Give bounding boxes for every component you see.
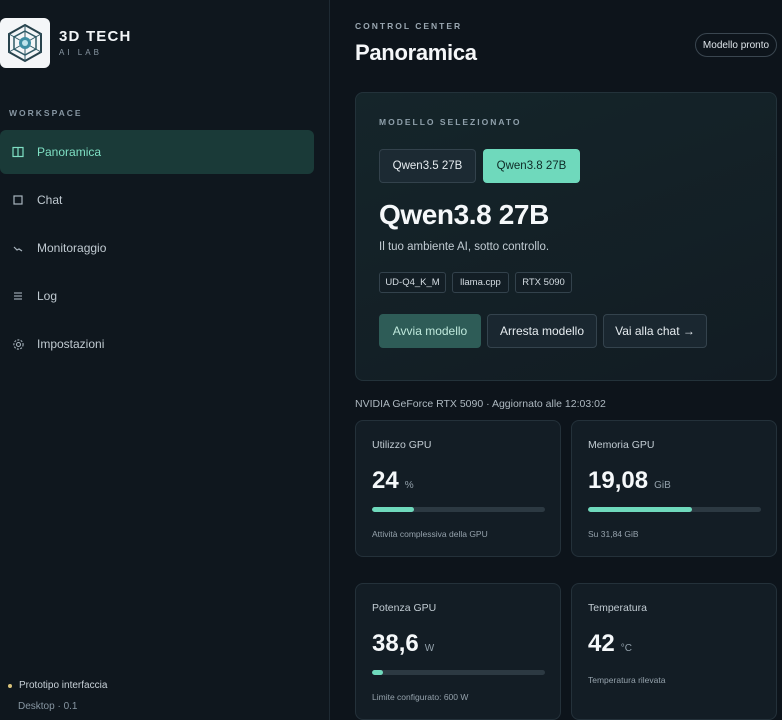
model-card: MODELLO SELEZIONATO Qwen3.5 27B Qwen3.8 … xyxy=(355,92,777,381)
sidebar-item-label: Impostazioni xyxy=(37,337,105,351)
sidebar-item-impostazioni[interactable]: Impostazioni xyxy=(0,322,314,366)
selected-model-name: Qwen3.8 27B xyxy=(379,199,549,230)
footer-status: Prototipo interfaccia xyxy=(8,680,107,691)
chip-runtime: llama.cpp xyxy=(452,272,509,293)
progress-fill xyxy=(588,507,692,512)
stat-card-gpu-memory: Memoria GPU 19,08 GiB Su 31,84 GiB xyxy=(571,420,777,557)
status-badge: Modello pronto xyxy=(695,33,777,57)
stat-value: 42 °C xyxy=(588,630,632,657)
stat-value: 24% xyxy=(372,467,414,494)
brand-logo xyxy=(0,18,50,68)
workspace-section-label: WORKSPACE xyxy=(9,108,83,118)
stat-note: Limite configurato: 600 W xyxy=(372,692,469,702)
stat-card-gpu-power: Potenza GPU 38,6 W Limite configurato: 60… xyxy=(355,583,561,720)
footer-status-label: Prototipo interfaccia xyxy=(19,680,108,691)
stat-unit: GiB xyxy=(654,480,671,491)
progress-fill xyxy=(372,507,414,512)
stat-note: Su 31,84 GiB xyxy=(588,529,639,539)
sidebar-item-label: Monitoraggio xyxy=(37,241,107,255)
stat-card-temperature: Temperatura 42 °C Temperatura rilevata xyxy=(571,583,777,720)
progress-bar xyxy=(372,670,545,675)
stat-title: Potenza GPU xyxy=(372,602,437,614)
stat-unit: % xyxy=(404,480,414,491)
activity-icon xyxy=(0,242,36,254)
progress-bar xyxy=(372,507,545,512)
stat-title: Memoria GPU xyxy=(588,439,655,451)
footer-version: Desktop · 0.1 xyxy=(18,701,78,712)
status-dot-icon xyxy=(8,683,12,688)
list-icon xyxy=(0,290,36,302)
go-to-chat-button[interactable]: Vai alla chat → xyxy=(603,314,707,348)
stat-value: 38,6 W xyxy=(372,630,435,657)
stop-model-button[interactable]: Arresta modello xyxy=(487,314,597,348)
brand: 3D TECH AI LAB xyxy=(0,18,320,70)
stat-unit: W xyxy=(424,643,435,654)
progress-fill xyxy=(372,670,384,675)
sidebar-item-label: Panoramica xyxy=(37,145,102,159)
sidebar-item-label: Log xyxy=(37,289,58,303)
stat-note: Attività complessiva della GPU xyxy=(372,529,488,539)
cube-logo-icon xyxy=(8,23,42,63)
model-card-label: MODELLO SELEZIONATO xyxy=(379,117,522,127)
stat-title: Temperatura xyxy=(588,602,647,614)
sidebar: 3D TECH AI LAB WORKSPACE Panoramica Chat… xyxy=(0,0,330,720)
sidebar-item-panoramica[interactable]: Panoramica xyxy=(0,130,314,174)
brand-title: 3D TECH xyxy=(59,28,132,45)
model-tab-qwen38[interactable]: Qwen3.8 27B xyxy=(483,149,580,183)
chip-gpu: RTX 5090 xyxy=(515,272,572,293)
model-description: Il tuo ambiente AI, sotto controllo. xyxy=(379,241,550,253)
stat-unit: °C xyxy=(620,643,632,654)
gpu-caption: NVIDIA GeForce RTX 5090 · Aggiornato all… xyxy=(355,398,606,410)
sidebar-item-label: Chat xyxy=(37,193,63,207)
start-model-button[interactable]: Avvia modello xyxy=(379,314,481,348)
chip-quant: UD-Q4_K_M xyxy=(379,272,446,293)
page-eyebrow: CONTROL CENTER xyxy=(355,21,463,31)
model-tab-qwen35[interactable]: Qwen3.5 27B xyxy=(379,149,476,183)
sidebar-item-monitoraggio[interactable]: Monitoraggio xyxy=(0,226,314,270)
sidebar-item-chat[interactable]: Chat xyxy=(0,178,314,222)
page-title: Panoramica xyxy=(355,40,477,65)
brand-subtitle: AI LAB xyxy=(59,48,102,57)
stat-card-gpu-usage: Utilizzo GPU 24% Attività complessiva de… xyxy=(355,420,561,557)
stat-title: Utilizzo GPU xyxy=(372,439,432,451)
stat-value: 19,08 GiB xyxy=(588,467,671,494)
gear-icon xyxy=(0,338,36,351)
columns-icon xyxy=(0,146,36,158)
progress-bar xyxy=(588,507,761,512)
square-icon xyxy=(0,194,36,206)
stat-note: Temperatura rilevata xyxy=(588,675,666,685)
sidebar-item-log[interactable]: Log xyxy=(0,274,314,318)
